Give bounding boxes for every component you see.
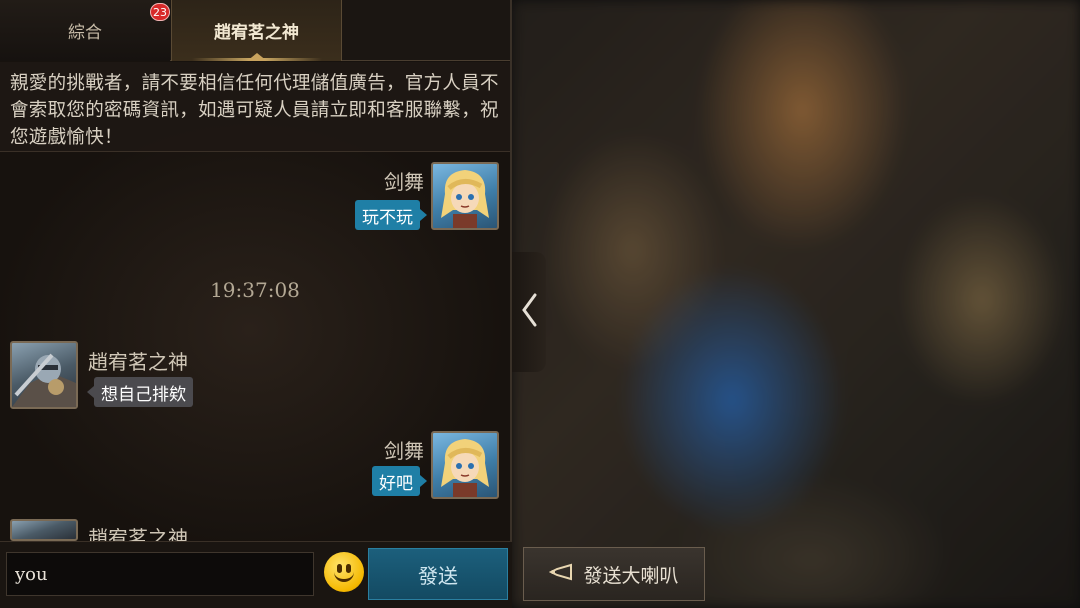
knight-hero-avatar-icon[interactable]	[10, 519, 78, 541]
collapse-panel-button[interactable]	[512, 252, 546, 372]
message-sender-name: 剑舞	[384, 439, 424, 463]
chat-bubble-other: 想自己排欸	[87, 377, 193, 407]
emoji-mouth	[334, 572, 354, 582]
message-sender-name: 趙宥茗之神	[88, 526, 188, 541]
chat-message-text: 想自己排欸	[101, 384, 186, 405]
tab-general[interactable]: 綜合	[0, 0, 170, 61]
blonde-hero-avatar-icon[interactable]	[431, 431, 499, 499]
tab-bar: 綜合 23 趙宥茗之神	[0, 0, 510, 61]
chat-message-text: 好吧	[379, 473, 413, 494]
chat-bubble-self: 玩不玩	[355, 200, 427, 230]
tab-active-indicator	[247, 53, 267, 61]
tab-general-label: 綜合	[68, 23, 102, 43]
chat-timestamp: 19:37:08	[210, 278, 300, 302]
chevron-left-icon	[519, 292, 539, 332]
chat-message-input[interactable]	[6, 552, 314, 596]
send-button[interactable]: 發送	[368, 548, 508, 600]
horn-icon	[549, 563, 577, 586]
system-notice: 親愛的挑戰者，請不要相信任何代理儲值廣告，官方人員不會索取您的密碼資訊，如遇可疑…	[0, 62, 510, 152]
smiley-emoji-icon[interactable]	[324, 552, 364, 592]
chat-input-bar: 發送	[0, 541, 512, 608]
message-sender-name: 趙宥茗之神	[88, 350, 188, 374]
game-background-overlay	[512, 0, 1080, 608]
broadcast-button-label: 發送大喇叭	[583, 564, 679, 587]
chat-panel: 綜合 23 趙宥茗之神 親愛的挑戰者，請不要相信任何代理儲值廣告，官方人員不會索…	[0, 0, 512, 608]
tab-private-chat[interactable]: 趙宥茗之神	[171, 0, 342, 61]
chat-bubble-self: 好吧	[372, 466, 427, 496]
chat-message-text: 玩不玩	[362, 207, 413, 228]
tab-private-chat-label: 趙宥茗之神	[214, 23, 299, 43]
message-sender-name: 剑舞	[384, 170, 424, 194]
unread-badge: 23	[150, 3, 170, 21]
blonde-hero-avatar-icon[interactable]	[431, 162, 499, 230]
knight-hero-avatar-icon[interactable]	[10, 341, 78, 409]
broadcast-button[interactable]: 發送大喇叭	[523, 547, 705, 601]
